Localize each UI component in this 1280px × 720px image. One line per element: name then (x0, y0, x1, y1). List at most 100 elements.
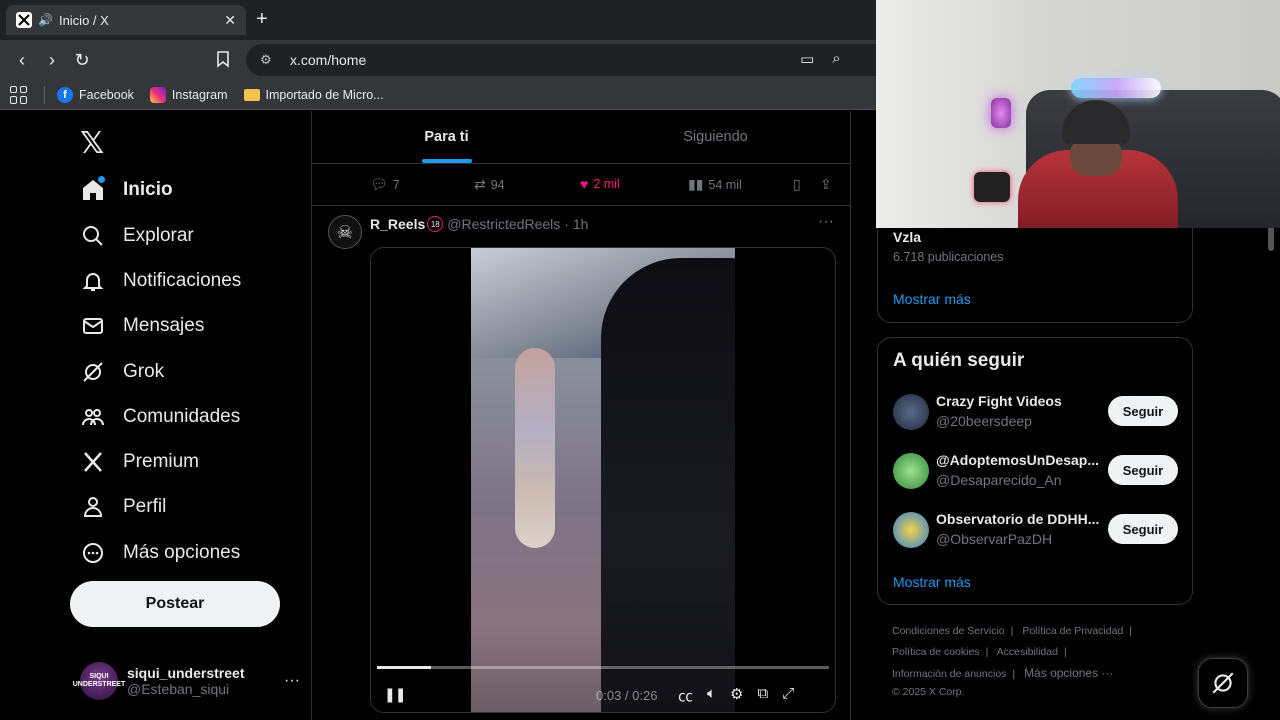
back-icon[interactable]: ‹ (12, 50, 32, 70)
who-to-follow-show-more-link[interactable]: Mostrar más (893, 574, 971, 590)
apps-grid-icon[interactable] (10, 85, 28, 104)
sidebar-item-comunidades[interactable]: Comunidades (80, 404, 240, 430)
video-scene-foreground (601, 258, 735, 712)
suggestion-name: Observatorio de DDHH... (936, 511, 1100, 527)
follow-suggestion[interactable]: @AdoptemosUnDesap... @Desaparecido_An Se… (893, 451, 1183, 491)
repost-button[interactable]: ⇄ 94 (474, 176, 505, 193)
volume-icon[interactable]: 🔈︎ (707, 685, 716, 706)
sidebar-item-label: Notificaciones (123, 270, 242, 291)
x-logo-icon[interactable]: 𝕏 (80, 126, 104, 161)
account-more-icon[interactable]: ··· (284, 672, 300, 690)
trend-count: 6.718 publicaciones (893, 250, 1004, 264)
avatar (893, 453, 929, 489)
new-tab-button[interactable]: + (256, 8, 268, 31)
footer-link[interactable]: Información de anuncios (892, 668, 1006, 680)
follow-suggestion[interactable]: Crazy Fight Videos @20beersdeep Seguir (893, 392, 1183, 432)
account-info: siqui_understreet @Esteban_siqui (127, 665, 284, 697)
sidebar-item-mas-opciones[interactable]: Más opciones (80, 540, 240, 566)
post-author-handle[interactable]: @RestrictedReels (447, 216, 560, 232)
avatar (893, 394, 929, 430)
post-more-icon[interactable]: ··· (818, 213, 834, 231)
who-to-follow-title: A quién seguir (893, 350, 1025, 371)
trends-show-more-link[interactable]: Mostrar más (893, 291, 971, 307)
post-button[interactable]: Postear (70, 581, 280, 627)
tab-para-ti[interactable]: Para ti (312, 111, 581, 163)
views-count: 54 mil (708, 177, 742, 192)
bookmark-label: Importado de Micro... (265, 87, 384, 102)
video-progress-bar[interactable] (377, 666, 829, 669)
footer-link[interactable]: Política de cookies (892, 646, 980, 658)
video-player[interactable]: ❚❚ 0:03 / 0:26 ㏄ 🔈︎ ⚙ ⧉ ⤢ (370, 247, 836, 713)
person-icon (80, 494, 106, 520)
bookmark-star-icon[interactable] (213, 50, 233, 70)
like-button[interactable]: ♥ 2 mil (580, 176, 620, 192)
bookmark-button[interactable]: ▯ (793, 176, 806, 193)
video-scene-person (515, 348, 555, 548)
follow-button[interactable]: Seguir (1108, 514, 1178, 544)
follow-button[interactable]: Seguir (1108, 455, 1178, 485)
sidebar-item-inicio[interactable]: Inicio (80, 176, 173, 203)
bookmark-facebook[interactable]: f Facebook (57, 86, 134, 103)
bookmark-folder-imported[interactable]: Importado de Micro... (243, 87, 384, 102)
grok-floating-button[interactable] (1198, 658, 1248, 708)
fullscreen-icon[interactable]: ⤢ (782, 685, 794, 706)
site-settings-icon[interactable]: ⚙ (260, 52, 276, 68)
sidebar-item-grok[interactable]: Grok (80, 359, 164, 385)
settings-icon[interactable]: ⚙ (730, 685, 743, 706)
captions-icon[interactable]: ㏄ (678, 685, 693, 706)
bookmarks-divider (44, 85, 45, 104)
zoom-icon[interactable]: ⌕ (832, 50, 840, 68)
sidebar-item-notificaciones[interactable]: Notificaciones (80, 268, 241, 294)
url-text: x.com/home (290, 52, 367, 68)
reply-button[interactable]: 💬︎ 7 (370, 176, 400, 193)
tab-close-icon[interactable]: ✕ (224, 12, 236, 29)
x-favicon-icon (16, 12, 32, 28)
follow-suggestion[interactable]: Observatorio de DDHH... @ObservarPazDH S… (893, 510, 1183, 550)
more-circle-icon (80, 540, 106, 566)
suggestion-name: @AdoptemosUnDesap... (936, 452, 1100, 468)
post-author-name[interactable]: R_Reels (370, 216, 425, 232)
sidebar-item-mensajes[interactable]: Mensajes (80, 313, 204, 339)
tab-label: Siguiendo (683, 129, 748, 145)
browser-tab-active[interactable]: 🔊 Inicio / X ✕ (6, 5, 246, 35)
pip-icon[interactable]: ⧉ (757, 685, 768, 706)
views-button[interactable]: ▮▮ 54 mil (688, 176, 742, 193)
footer-separator: | (1129, 625, 1133, 637)
left-sidebar: 𝕏 Inicio Explorar Notificaciones Mensaje… (0, 111, 312, 720)
video-frame (471, 248, 735, 712)
share-button[interactable]: ⇪ (820, 176, 837, 193)
account-handle: @Esteban_siqui (127, 681, 230, 697)
sidebar-item-label: Grok (123, 361, 165, 382)
footer-more-link[interactable]: Más opciones ··· (1024, 666, 1113, 680)
suggestion-handle: @20beersdeep (936, 413, 1032, 429)
footer-link[interactable]: Condiciones de Servicio (892, 625, 1005, 637)
trend-title[interactable]: Vzla (893, 229, 921, 245)
forward-icon[interactable]: › (42, 50, 62, 70)
speaker-icon[interactable]: 🔊 (38, 13, 53, 27)
video-time: 0:03 / 0:26 (596, 688, 658, 703)
footer-link[interactable]: Política de Privacidad (1022, 625, 1123, 637)
webcam-person-cap (1062, 100, 1130, 144)
avatar (893, 512, 929, 548)
sidebar-item-premium[interactable]: Premium (80, 449, 199, 475)
repost-count: 94 (490, 177, 505, 192)
age-badge: 18 (427, 216, 444, 232)
grok-icon (1212, 672, 1234, 694)
cast-icon[interactable]: ▭ (800, 50, 814, 68)
bookmark-instagram[interactable]: Instagram (149, 86, 228, 103)
post[interactable]: ☠ R_Reels 18 @RestrictedReels · 1h ··· ❚… (312, 207, 850, 720)
search-icon (80, 223, 106, 249)
sidebar-item-explorar[interactable]: Explorar (80, 223, 194, 249)
tab-siguiendo[interactable]: Siguiendo (581, 111, 850, 163)
sidebar-item-perfil[interactable]: Perfil (80, 494, 166, 520)
account-switcher[interactable]: SIQUI UNDERSTREET siqui_understreet @Est… (73, 661, 300, 701)
footer-link[interactable]: Accesibilidad (997, 646, 1058, 658)
heart-icon: ♥ (580, 176, 589, 192)
sidebar-item-label: Perfil (123, 496, 167, 517)
webcam-rgb-device (974, 172, 1010, 202)
reload-icon[interactable]: ↻ (72, 50, 92, 70)
post-avatar[interactable]: ☠ (328, 215, 362, 249)
pause-icon[interactable]: ❚❚ (384, 686, 406, 703)
post-time[interactable]: · 1h (564, 216, 588, 232)
follow-button[interactable]: Seguir (1108, 396, 1178, 426)
